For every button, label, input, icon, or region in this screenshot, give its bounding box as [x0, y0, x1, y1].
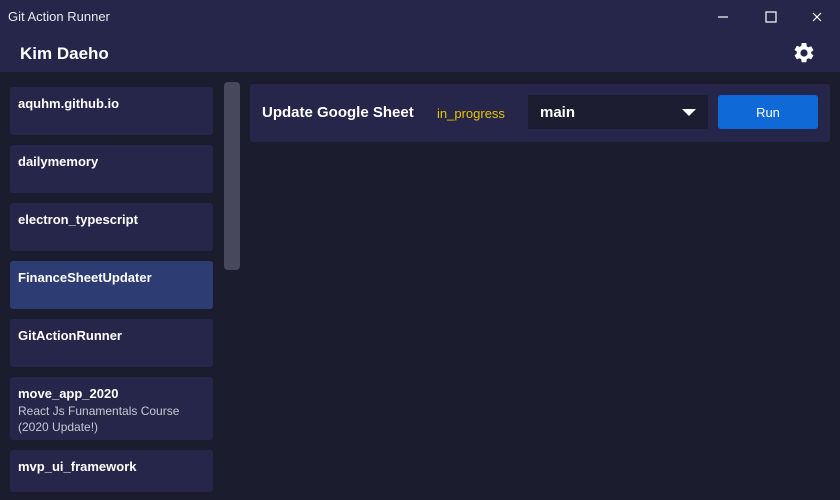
repo-name: mvp_ui_framework — [18, 459, 137, 474]
repo-item-mvp-ui-framework[interactable]: mvp_ui_framework — [10, 450, 213, 492]
title-bar: Git Action Runner — [0, 0, 840, 34]
workflow-name: Update Google Sheet — [262, 104, 414, 121]
repo-list-scrollbar[interactable] — [224, 82, 240, 270]
repo-name: electron_typescript — [18, 212, 138, 227]
repo-name: FinanceSheetUpdater — [18, 270, 152, 285]
repo-item-dailymemory[interactable]: dailymemory — [10, 145, 213, 193]
repo-description: React Js Funamentals Course (2020 Update… — [18, 404, 180, 434]
app-title: Git Action Runner — [8, 9, 110, 24]
repo-item-move-app-2020[interactable]: move_app_2020 React Js Funamentals Cours… — [10, 377, 213, 440]
repo-name: GitActionRunner — [18, 328, 122, 343]
run-button[interactable]: Run — [718, 95, 818, 129]
repo-list: aquhm.github.io dailymemory electron_typ… — [0, 72, 222, 500]
app-header: Kim Daeho — [0, 34, 840, 72]
branch-select[interactable]: main — [528, 95, 708, 129]
close-icon — [812, 12, 822, 22]
repo-item-financesheetupdater[interactable]: FinanceSheetUpdater — [10, 261, 213, 309]
repo-name: aquhm.github.io — [18, 96, 120, 111]
close-button[interactable] — [794, 0, 840, 34]
repo-name: move_app_2020 — [18, 386, 119, 401]
gear-icon[interactable] — [792, 41, 816, 65]
maximize-button[interactable] — [748, 0, 794, 34]
branch-value: main — [540, 104, 576, 121]
repo-item-electron-typescript[interactable]: electron_typescript — [10, 203, 213, 251]
minimize-button[interactable] — [700, 0, 746, 34]
minimize-icon — [718, 16, 728, 18]
chevron-down-icon — [682, 109, 696, 116]
maximize-icon — [765, 11, 777, 23]
repo-name: dailymemory — [18, 154, 99, 169]
workflow-status: in_progress — [437, 106, 505, 121]
workflow-row: Update Google Sheet in_progress main Run — [250, 84, 830, 142]
user-name: Kim Daeho — [20, 44, 109, 63]
repo-item-aquhm-github-io[interactable]: aquhm.github.io — [10, 87, 213, 135]
repo-item-gitactionrunner[interactable]: GitActionRunner — [10, 319, 213, 367]
